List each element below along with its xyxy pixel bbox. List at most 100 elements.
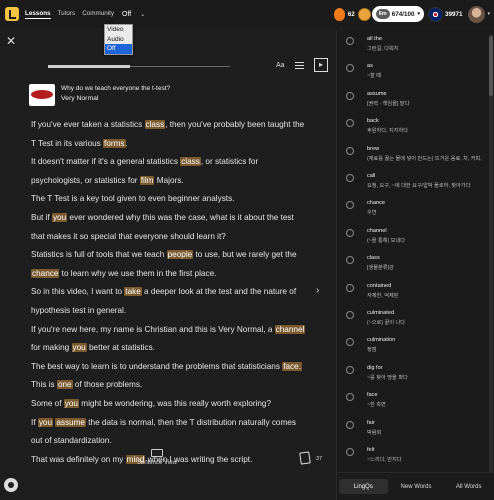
audio-mode-option-off[interactable]: Off: [105, 44, 132, 54]
highlighted-word[interactable]: class: [180, 157, 201, 167]
vocab-item[interactable]: channel (~을 통해) 보내다: [341, 226, 487, 254]
font-settings-button[interactable]: Aa: [276, 62, 285, 69]
sentence-view-icon[interactable]: [151, 449, 163, 457]
text-segment[interactable]: The T Test is a key tool given to even b…: [31, 194, 234, 203]
vocab-item[interactable]: class [생물분류]강: [341, 253, 487, 281]
highlighted-word[interactable]: people: [166, 250, 194, 260]
highlighted-word[interactable]: class: [144, 120, 166, 129]
highlighted-word[interactable]: take: [124, 287, 142, 297]
vocab-item[interactable]: as ~할 때: [341, 61, 487, 89]
sidebar-toggle-icon[interactable]: ▸: [314, 58, 328, 72]
vocab-status-circle-icon[interactable]: [346, 146, 354, 155]
vocab-item[interactable]: assume [권력 · 책임을] 맡다: [341, 89, 487, 117]
vocab-status-circle-icon[interactable]: [346, 64, 354, 73]
vocab-status-circle-icon[interactable]: [346, 448, 354, 456]
vocab-status-circle-icon[interactable]: [346, 393, 354, 402]
text-segment[interactable]: ever wondered why this was the case, wha…: [31, 213, 294, 241]
tab-new-words[interactable]: New Words: [392, 479, 441, 494]
highlighted-word[interactable]: chance: [31, 268, 60, 278]
vocab-item[interactable]: culmination 정점: [341, 335, 487, 363]
nav-tutors[interactable]: Tutors: [58, 10, 76, 19]
text-segment[interactable]: to use, but we rarely get the: [193, 250, 296, 259]
sentence-view-label[interactable]: Sentence View: [137, 460, 177, 466]
vocab-status-circle-icon[interactable]: [346, 201, 354, 210]
avatar[interactable]: [468, 5, 486, 23]
text-segment[interactable]: But if: [31, 213, 52, 222]
vocab-term: face: [367, 392, 378, 399]
text-segment[interactable]: If you're new here, my name is Christian…: [31, 325, 275, 334]
vocab-status-circle-icon[interactable]: [346, 311, 354, 319]
highlighted-word[interactable]: forms: [103, 138, 126, 148]
text-segment[interactable]: .: [126, 139, 128, 148]
vocab-item[interactable]: all the 그런걸, 다워지: [341, 34, 487, 62]
vocab-item[interactable]: brew (재료를 끓는 물에 넣어 만드는) 뜨거운 음료, 차, 커피,: [341, 144, 487, 172]
sidebar-scrollbar[interactable]: [489, 34, 493, 474]
vocab-item[interactable]: culminated (~으로) 끝이 나다: [341, 308, 487, 336]
vocab-meaning: 박람회: [367, 429, 382, 436]
vocab-status-circle-icon[interactable]: [346, 228, 354, 237]
known-words-pill[interactable]: 6m 674/100 ▾: [371, 6, 424, 22]
audio-mode-option-audio[interactable]: Audio: [105, 35, 132, 45]
text-segment[interactable]: It doesn't matter if it's a general stat…: [31, 157, 180, 166]
vocab-status-circle-icon[interactable]: [346, 365, 354, 374]
highlighted-word[interactable]: assume: [55, 417, 86, 427]
vocab-status-circle-icon[interactable]: [346, 283, 354, 292]
text-segment[interactable]: to learn why we use them in the first pl…: [59, 269, 217, 278]
vocab-item[interactable]: face ~한 측면: [341, 390, 487, 418]
vocab-item[interactable]: call 요청, 요구, ~에 대한 요구/압박 플로하, 찾아가다: [341, 171, 487, 199]
text-segment[interactable]: So in this video, I want to: [31, 287, 124, 296]
lingq-logo-icon[interactable]: [5, 7, 19, 21]
vocab-status-circle-icon[interactable]: [346, 338, 354, 347]
vocab-item[interactable]: back 후원하다, 지지하다: [341, 116, 487, 144]
uk-flag-icon[interactable]: [427, 6, 443, 22]
text-segment[interactable]: Majors.: [154, 176, 184, 185]
text-segment[interactable]: better at statistics.: [87, 343, 155, 352]
text-segment[interactable]: for making: [31, 343, 72, 352]
vocab-status-circle-icon[interactable]: [346, 420, 354, 429]
vocab-item[interactable]: felt ~느끼다, 만지다: [341, 445, 487, 473]
nav-lessons[interactable]: Lessons: [25, 10, 51, 19]
vocab-status-circle-icon[interactable]: [346, 37, 354, 45]
highlighted-word[interactable]: face.: [282, 361, 302, 371]
text-segment[interactable]: might be wondering, was this really wort…: [79, 399, 271, 408]
menu-icon[interactable]: [295, 62, 304, 69]
highlighted-word[interactable]: you: [51, 212, 68, 222]
next-page-arrow-icon[interactable]: ›: [316, 285, 319, 296]
tab-lingqs[interactable]: LingQs: [339, 479, 388, 494]
vocab-term: culminated: [367, 310, 395, 316]
highlighted-word[interactable]: you: [71, 343, 87, 353]
play-button[interactable]: [4, 478, 18, 492]
vocab-item[interactable]: chance 우연: [341, 198, 487, 226]
nav-community[interactable]: Community: [82, 10, 114, 19]
audio-mode-select[interactable]: Off ⌄: [122, 11, 145, 18]
highlighted-word[interactable]: one: [56, 380, 73, 390]
text-segment[interactable]: Some of: [31, 399, 64, 408]
vocab-term: dig for: [367, 364, 383, 371]
text-segment[interactable]: Statistics is full of tools that we teac…: [31, 250, 167, 259]
vocab-item[interactable]: dig for ~를 찾아 땅을 파다: [341, 363, 487, 391]
lesson-title: Why do we teach everyone the t-test?: [61, 85, 171, 92]
vocab-status-circle-icon[interactable]: [346, 119, 354, 128]
chevron-down-icon[interactable]: ▾: [487, 11, 490, 17]
text-segment[interactable]: That was definitely on my: [31, 455, 126, 464]
tab-all-words[interactable]: All Words: [444, 479, 493, 494]
text-segment[interactable]: If: [31, 418, 38, 427]
vocab-meaning: 그런걸, 다워지: [367, 46, 399, 52]
text-segment[interactable]: The best way to learn is to understand t…: [31, 362, 282, 371]
vocab-status-circle-icon[interactable]: [346, 174, 354, 182]
highlighted-word[interactable]: you: [63, 398, 79, 408]
text-segment[interactable]: If you've ever taken a statistics: [31, 120, 145, 129]
vocab-item[interactable]: fair 박람회: [341, 418, 487, 446]
vocab-item[interactable]: contained 자제한, 억제된: [341, 281, 487, 309]
highlighted-word[interactable]: you: [37, 417, 54, 427]
vocab-status-circle-icon[interactable]: [346, 256, 354, 265]
audio-mode-option-video[interactable]: Video: [105, 25, 132, 35]
vocab-status-circle-icon[interactable]: [346, 91, 354, 100]
cards-icon[interactable]: [299, 451, 311, 465]
close-icon[interactable]: ✕: [6, 34, 16, 48]
highlighted-word[interactable]: channel: [274, 324, 306, 334]
text-segment[interactable]: of those problems.: [73, 380, 142, 389]
lesson-progress-bar[interactable]: [48, 65, 230, 68]
text-segment[interactable]: This is: [31, 380, 57, 389]
highlighted-word[interactable]: film: [139, 175, 155, 185]
